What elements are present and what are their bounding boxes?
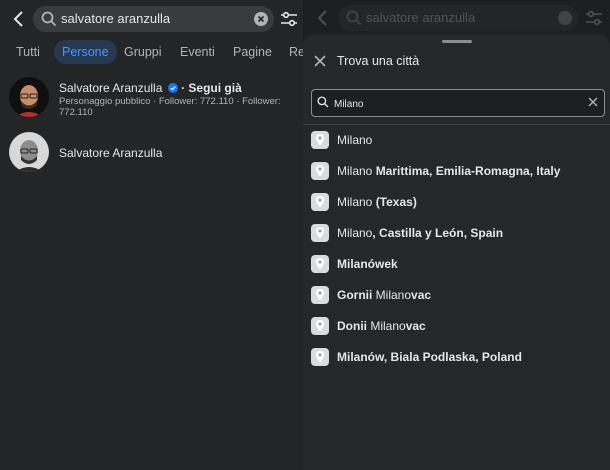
close-icon [314, 55, 326, 67]
search-query: salvatore aranzulla [61, 11, 171, 26]
city-result[interactable]: Milano (Texas) [311, 193, 601, 213]
clear-icon[interactable] [588, 97, 598, 107]
avatar [9, 132, 49, 172]
search-icon [41, 11, 57, 27]
dimmed-search-header: salvatore aranzulla [303, 0, 610, 36]
city-label: Milanów, Biala Podlaska, Poland [337, 350, 522, 364]
city-result[interactable]: Milano [311, 131, 601, 151]
city-label: Donii Milanovac [337, 319, 426, 333]
search-icon [346, 10, 362, 26]
location-pin-icon [311, 286, 329, 304]
search-header: salvatore aranzulla [0, 0, 303, 38]
location-pin-icon [311, 348, 329, 366]
location-pin-icon [311, 193, 329, 211]
chevron-left-icon [317, 10, 327, 26]
location-pin-icon [311, 317, 329, 335]
search-input: salvatore aranzulla [338, 5, 578, 31]
tab-tutti[interactable]: Tutti [8, 40, 48, 64]
verified-badge-icon [167, 83, 178, 93]
city-result[interactable]: Gornii Milanovac [311, 286, 601, 306]
city-label: Milano (Texas) [337, 195, 417, 209]
city-label: Milanówek [337, 257, 398, 271]
result-meta: Personaggio pubblico · Follower: 772.110… [59, 96, 281, 118]
city-result[interactable]: Milanów, Biala Podlaska, Poland [311, 348, 601, 368]
city-label: Milano Marittima, Emilia-Romagna, Italy [337, 164, 561, 178]
city-search-input[interactable] [332, 94, 576, 114]
list-item[interactable]: Salvatore Aranzulla · Segui già Personag… [0, 76, 303, 122]
follow-status[interactable]: · Segui già [181, 81, 242, 95]
close-icon [257, 15, 265, 23]
avatar [9, 77, 49, 117]
location-pin-icon [311, 131, 329, 149]
find-city-sheet: Trova una città Milano Milano Marittima,… [303, 34, 610, 470]
city-result[interactable]: Milano Marittima, Emilia-Romagna, Italy [311, 162, 601, 182]
divider [303, 124, 610, 125]
sheet-title: Trova una città [337, 54, 420, 68]
location-pin-icon [311, 162, 329, 180]
filter-button[interactable] [280, 10, 298, 33]
result-name[interactable]: Salvatore Aranzulla [59, 146, 162, 160]
city-result[interactable]: Milanówek [311, 255, 601, 275]
back-button[interactable] [9, 9, 29, 29]
filter-tabs: Tutti Persone Gruppi Eventi Pagine Re [0, 38, 305, 66]
city-search-field[interactable] [311, 89, 605, 117]
tab-gruppi[interactable]: Gruppi [116, 40, 170, 64]
city-label: Milano [337, 133, 373, 147]
search-query: salvatore aranzulla [366, 10, 476, 25]
city-picker-pane: salvatore aranzulla Trova una città Mila… [303, 0, 610, 470]
chevron-left-icon [13, 11, 23, 27]
city-label: Gornii Milanovac [337, 288, 432, 302]
result-name[interactable]: Salvatore Aranzulla · Segui già [59, 81, 242, 95]
drag-handle[interactable] [442, 40, 472, 43]
close-sheet-button[interactable] [313, 54, 327, 73]
tab-eventi[interactable]: Eventi [172, 40, 223, 64]
location-pin-icon [311, 255, 329, 273]
close-icon [558, 11, 572, 25]
search-input[interactable]: salvatore aranzulla [33, 6, 274, 32]
city-result[interactable]: Milano, Castilla y León, Spain [311, 224, 601, 244]
people-search-pane: salvatore aranzulla Tutti Persone Gruppi… [0, 0, 305, 470]
tab-persone[interactable]: Persone [54, 40, 117, 64]
city-result[interactable]: Donii Milanovac [311, 317, 601, 337]
search-icon [317, 96, 329, 108]
list-item[interactable]: Salvatore Aranzulla [0, 130, 303, 176]
location-pin-icon [311, 224, 329, 242]
tab-pagine[interactable]: Pagine [225, 40, 280, 64]
sliders-icon [586, 10, 602, 26]
clear-search-button[interactable] [254, 12, 268, 26]
city-label: Milano, Castilla y León, Spain [337, 226, 504, 240]
sliders-icon [281, 11, 297, 27]
